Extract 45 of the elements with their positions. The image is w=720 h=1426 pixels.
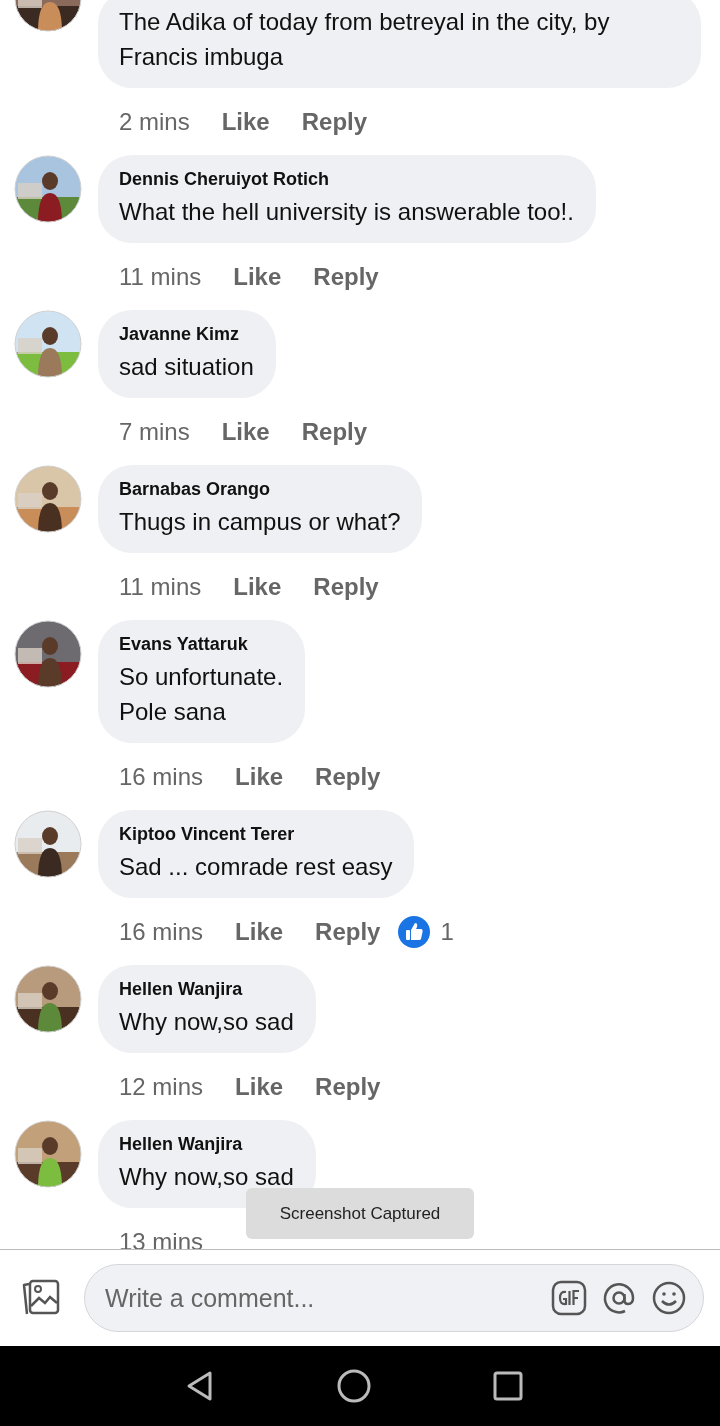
commenter-name[interactable]: Dennis Cheruiyot Rotich	[119, 169, 574, 190]
comment-time: 7 mins	[119, 417, 190, 446]
mention-icon[interactable]	[601, 1280, 637, 1316]
comment-time: 16 mins	[119, 762, 204, 791]
emoji-icon[interactable]	[651, 1280, 687, 1316]
commenter-name[interactable]: Evans Yattaruk	[119, 634, 284, 655]
like-link[interactable]: Like	[221, 417, 270, 446]
like-link[interactable]: Like	[235, 917, 284, 946]
comment-time: 12 mins	[119, 1072, 204, 1101]
like-link[interactable]: Like	[235, 762, 284, 791]
reaction-count: 1	[440, 917, 454, 946]
comment-text: Why now,so sad	[119, 1007, 294, 1037]
screenshot-toast: Screenshot Captured	[246, 1188, 474, 1239]
comment-time: 11 mins	[119, 572, 202, 601]
reply-link[interactable]: Reply	[315, 1072, 381, 1101]
comment-input[interactable]: Write a comment...	[103, 1282, 537, 1314]
reply-link[interactable]: Reply	[313, 262, 379, 291]
comment-time: 2 mins	[119, 107, 190, 136]
commenter-name[interactable]: Hellen Wanjira	[119, 1134, 294, 1155]
comment-time: 11 mins	[119, 262, 202, 291]
commenter-name[interactable]: Hellen Wanjira	[119, 979, 294, 1000]
commenter-name[interactable]: Barnabas Orango	[119, 479, 401, 500]
comment-text: What the hell university is answerable too!.	[119, 197, 574, 227]
comment-text: sad situation	[119, 352, 254, 382]
comment-text: Sad ... comrade rest easy	[119, 852, 393, 882]
like-link[interactable]: Like	[221, 107, 270, 136]
reply-link[interactable]: Reply	[315, 917, 381, 946]
comment-text: Thugs in campus or what?	[119, 507, 401, 537]
comment-box[interactable]: Write a comment...	[84, 1264, 704, 1332]
comment-text: So unfortunate. Pole sana	[119, 662, 284, 727]
gif-icon[interactable]	[551, 1280, 587, 1316]
reply-link[interactable]: Reply	[313, 572, 379, 601]
commenter-name[interactable]: Javanne Kimz	[119, 324, 254, 345]
comment-text: The Adika of today from betreyal in the city, by Francis imbuga	[119, 7, 611, 72]
reply-link[interactable]: Reply	[301, 107, 368, 136]
commenter-name[interactable]: Kiptoo Vincent Terer	[119, 824, 393, 845]
reply-link[interactable]: Reply	[315, 762, 381, 791]
like-link[interactable]: Like	[233, 572, 282, 601]
reply-link[interactable]: Reply	[301, 417, 368, 446]
like-link[interactable]: Like	[235, 1072, 284, 1101]
comment-time: 13 mins	[119, 1227, 204, 1249]
home-icon[interactable]	[336, 1368, 372, 1404]
thumbs-up-icon	[398, 915, 431, 948]
like-link[interactable]: Like	[233, 262, 282, 291]
comment-time: 16 mins	[119, 917, 204, 946]
